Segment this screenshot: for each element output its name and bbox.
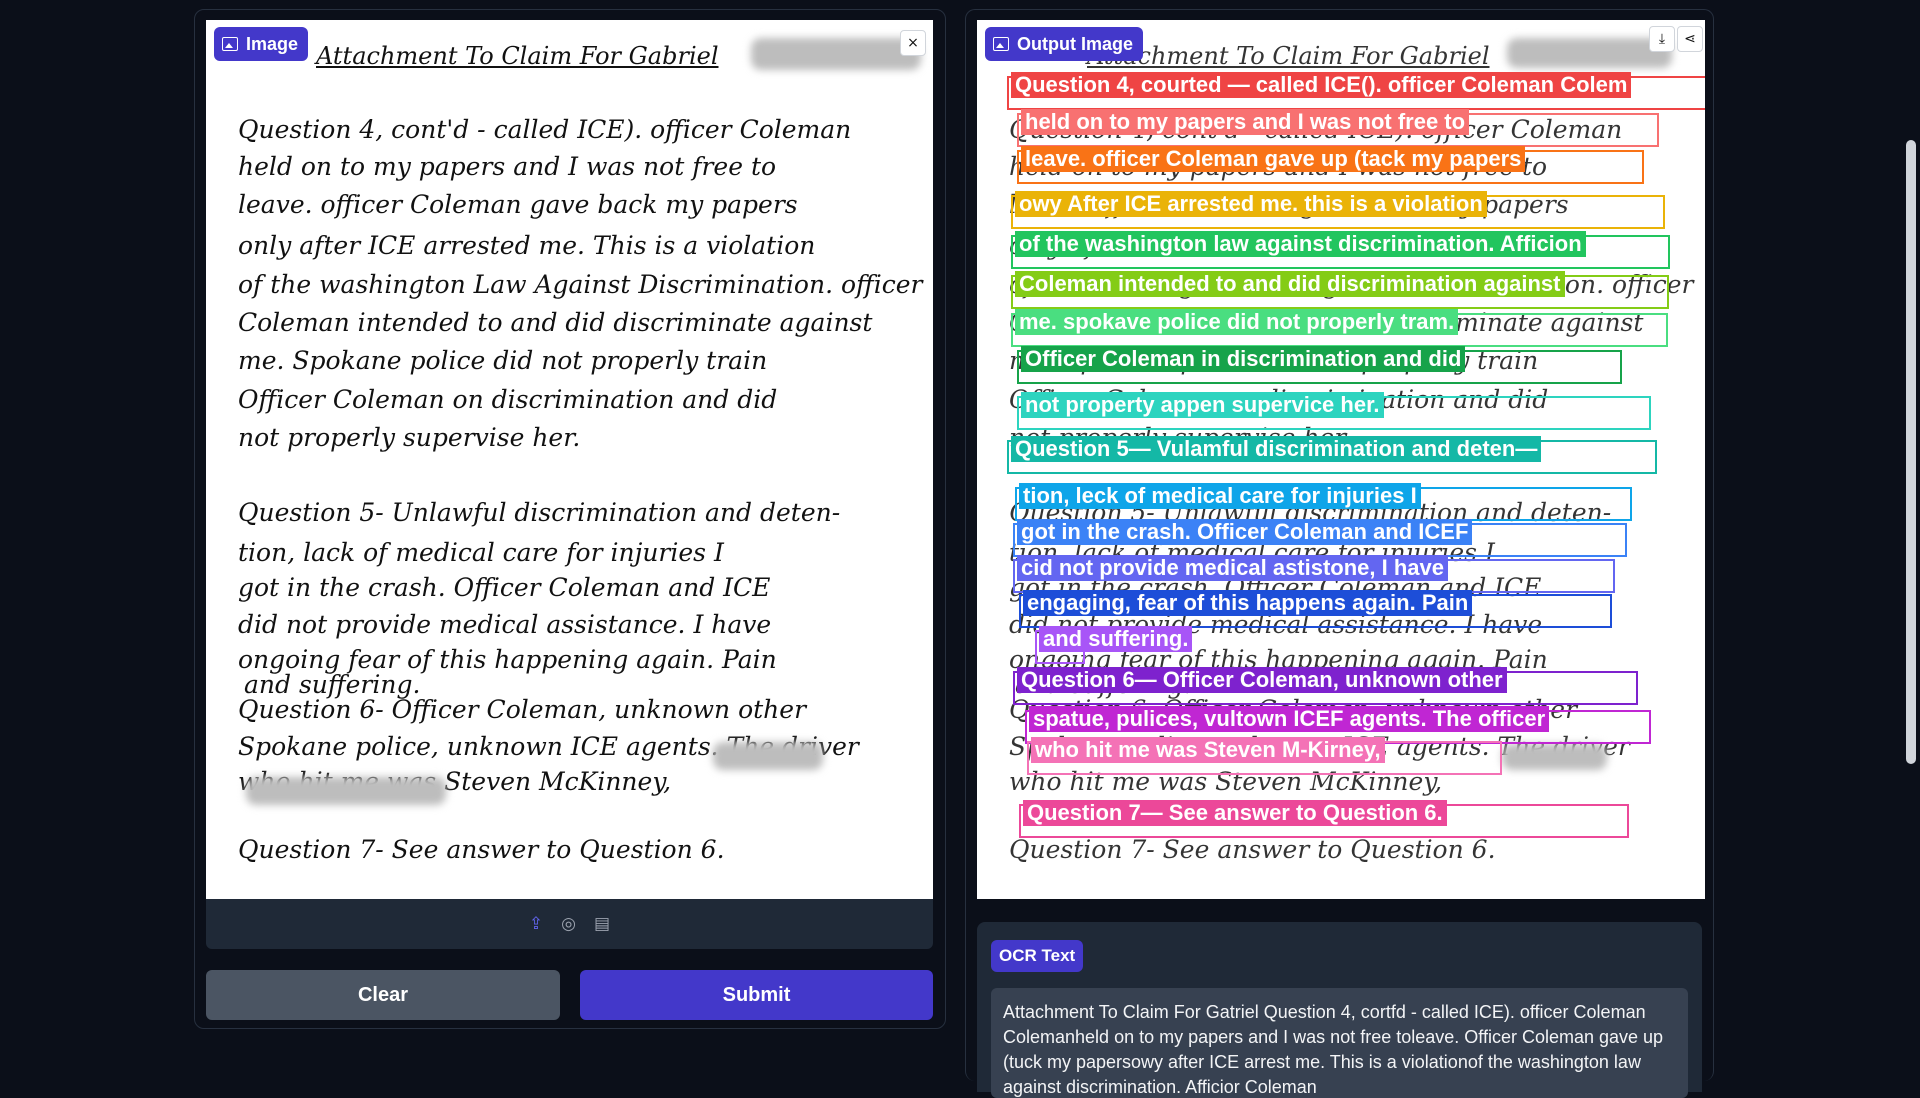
- redaction-blur: [1502, 744, 1607, 770]
- handwriting-line: Question 7- See answer to Question 6.: [1009, 835, 1496, 864]
- handwriting-line: Question 6- Officer Coleman, unknown oth…: [238, 695, 807, 724]
- handwriting-line: of the washington Law Against Discrimina…: [238, 270, 923, 299]
- clear-button[interactable]: Clear: [206, 970, 560, 1020]
- ocr-line-label: Question 7— See answer to Question 6.: [1023, 800, 1447, 826]
- redaction-blur: [751, 38, 921, 70]
- input-panel: Image × Attachment To Claim For Gabriel Q…: [194, 9, 946, 1029]
- ocr-line-label: got in the crash. Officer Coleman and IC…: [1017, 519, 1473, 545]
- submit-button[interactable]: Submit: [580, 970, 933, 1020]
- input-image[interactable]: Image × Attachment To Claim For Gabriel Q…: [206, 20, 933, 899]
- download-icon[interactable]: ⤓: [1649, 26, 1675, 52]
- ocr-textbox[interactable]: Attachment To Claim For Gatriel Question…: [991, 988, 1688, 1098]
- image-source-toolbar: ⇪ ◎ ▤: [206, 899, 933, 949]
- ocr-line-label: me. spokave police did not properly tram…: [1015, 309, 1459, 335]
- handwriting-line: only after ICE arrested me. This is a vi…: [238, 231, 816, 260]
- ocr-line-label: Officer Coleman in discrimination and di…: [1021, 346, 1466, 372]
- ocr-text-label: OCR Text: [991, 940, 1084, 972]
- output-panel: Output Image ⤓ ⋖ Attachment To Claim For…: [965, 9, 1714, 1098]
- share-icon[interactable]: ⋖: [1677, 26, 1703, 52]
- handwriting-line: Spokane police, unknown ICE agents. The …: [238, 732, 859, 761]
- redaction-blur: [1507, 38, 1672, 68]
- webcam-icon[interactable]: ◎: [561, 914, 576, 934]
- image-icon: [993, 37, 1009, 51]
- handwriting-line: Question 4, cont'd - called ICE). office…: [238, 115, 852, 144]
- image-icon: [222, 37, 238, 51]
- ocr-text-section: OCR Text Attachment To Claim For Gatriel…: [977, 922, 1702, 1098]
- handwriting-line: Officer Coleman on discrimination and di…: [238, 385, 778, 414]
- ocr-line-label: leave. officer Coleman gave up (tack my …: [1021, 146, 1526, 172]
- handwriting-line: Question 7- See answer to Question 6.: [238, 835, 725, 864]
- ocr-line-label: not property appen supervice her.: [1021, 392, 1384, 418]
- close-icon[interactable]: ×: [900, 30, 926, 56]
- ocr-line-label: and suffering.: [1039, 626, 1193, 652]
- redaction-blur: [713, 742, 823, 770]
- input-image-label: Image: [214, 27, 309, 61]
- ocr-line-label: tion, leck of medical care for injuries …: [1019, 483, 1421, 509]
- handwriting-line: Question 5- Unlawful discrimination and …: [238, 498, 841, 527]
- ocr-line-label: held on to my papers and I was not free …: [1021, 109, 1470, 135]
- handwriting-line: Coleman intended to and did discriminate…: [238, 308, 873, 337]
- ocr-line-label: Question 6— Officer Coleman, unknown oth…: [1017, 667, 1507, 693]
- output-image-label: Output Image: [985, 27, 1143, 61]
- ocr-line-label: owy After ICE arrested me. this is a vio…: [1015, 191, 1487, 217]
- ocr-line-label: Question 4, courted — called ICE(). offi…: [1011, 72, 1632, 98]
- ocr-line-label: who hit me was Steven M-Kirney,: [1031, 737, 1385, 763]
- upload-icon[interactable]: ⇪: [529, 914, 543, 934]
- ocr-line-label: spatue, pulices, vultown ICEF agents. Th…: [1029, 706, 1550, 732]
- handwriting-line: got in the crash. Officer Coleman and IC…: [238, 573, 771, 602]
- ocr-line-label: Coleman intended to and did discriminati…: [1015, 271, 1565, 297]
- page-scrollbar[interactable]: [1906, 140, 1916, 764]
- handwriting-line: not properly supervise her.: [238, 423, 581, 452]
- ocr-line-label: cid not provide medical astistone, I hav…: [1017, 555, 1449, 581]
- ocr-line-label: of the washington law against discrimina…: [1015, 231, 1586, 257]
- ocr-line-label: Question 5— Vulamful discrimination and …: [1011, 436, 1542, 462]
- redaction-blur: [246, 777, 446, 805]
- ocr-line-label: engaging, fear of this happens again. Pa…: [1023, 590, 1473, 616]
- handwriting-line: tion, lack of medical care for injuries …: [238, 538, 724, 567]
- handwriting-line: held on to my papers and I was not free …: [238, 152, 777, 181]
- handwriting-line: did not provide medical assistance. I ha…: [238, 610, 772, 639]
- output-image: Output Image ⤓ ⋖ Attachment To Claim For…: [977, 20, 1705, 899]
- handwriting-line: leave. officer Coleman gave back my pape…: [238, 190, 798, 219]
- clipboard-icon[interactable]: ▤: [594, 914, 610, 934]
- handwriting-line: me. Spokane police did not properly trai…: [238, 346, 768, 375]
